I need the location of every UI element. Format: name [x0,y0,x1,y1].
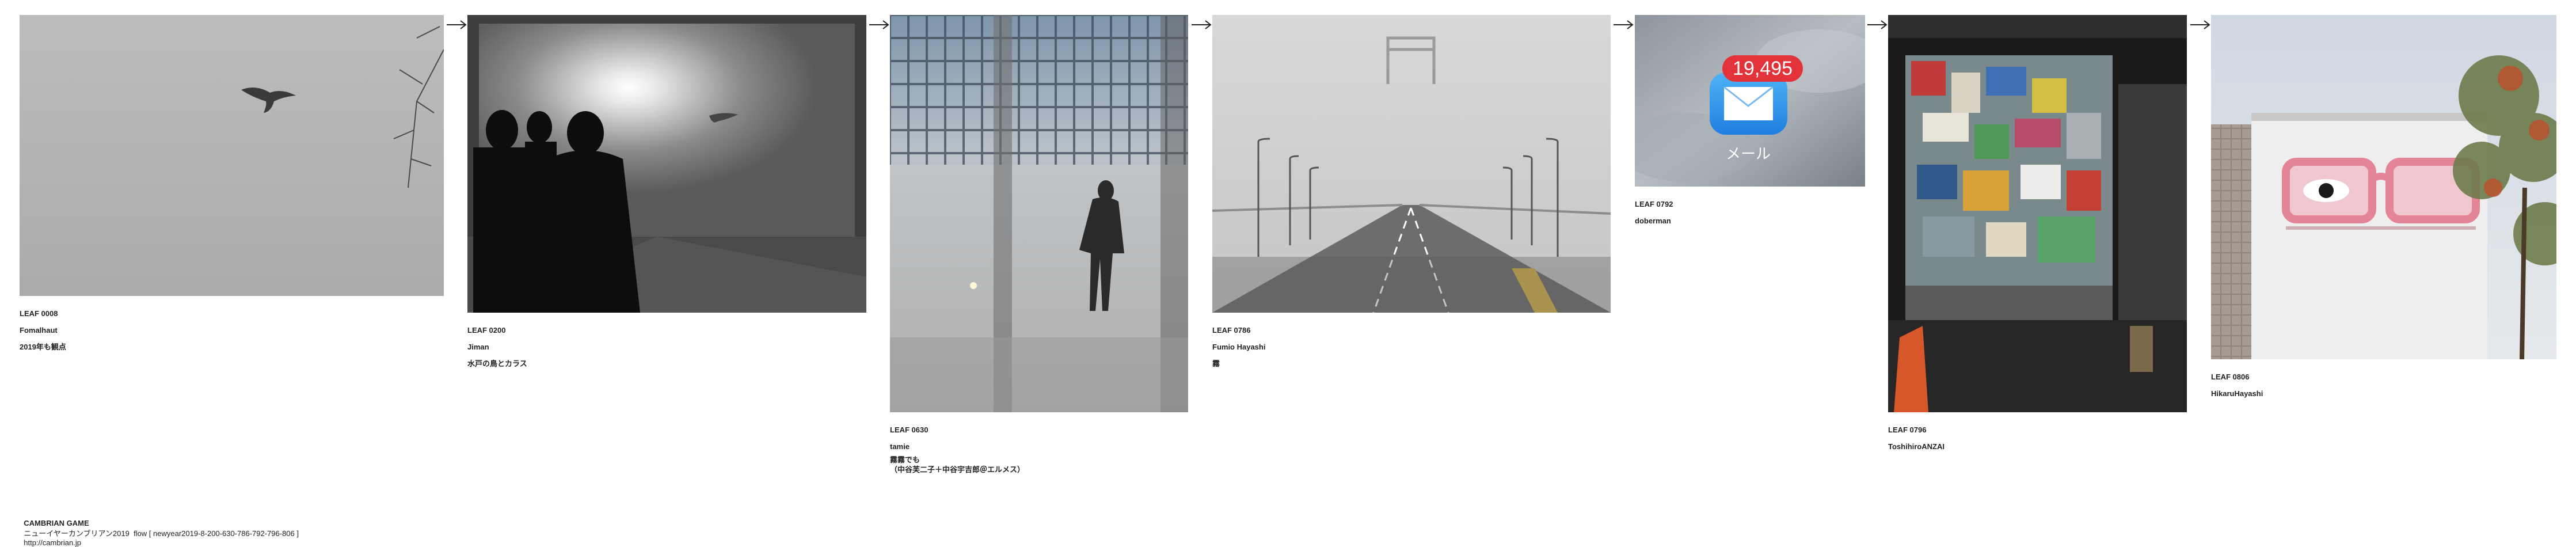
footer-url[interactable]: http://cambrian.jp [24,538,81,547]
flow-arrow-icon [447,20,467,29]
leaf-author[interactable]: tamie [890,438,1188,455]
leaf-card-0200[interactable]: LEAF 0200 Jiman 水戸の鳥とカラス [467,15,866,372]
leaf-author[interactable]: HikaruHayashi [2211,385,2556,402]
leaf-photo-0008[interactable] [20,15,444,296]
leaf-photo-0792[interactable]: 19,495 メール [1635,15,1865,187]
leaf-photo-0806[interactable] [2211,15,2556,359]
flow-arrow-icon [2190,20,2210,29]
leaf-card-0796[interactable]: LEAF 0796 ToshihiroANZAI [1888,15,2187,455]
leaf-photo-0796[interactable] [1888,15,2187,412]
leaf-caption-0008: LEAF 0008 Fomalhaut 2019年も観点 [20,305,444,355]
leaf-id: LEAF 0796 [1888,426,1927,434]
leaf-id: LEAF 0792 [1635,200,1673,208]
mail-app-label: メール [1726,146,1771,163]
flow-arrow-icon [1867,20,1888,29]
mail-icon [1710,73,1787,135]
leaf-card-0806[interactable]: LEAF 0806 HikaruHayashi [2211,15,2556,402]
leaf-author[interactable]: ToshihiroANZAI [1888,438,2187,455]
footer-brand[interactable]: CAMBRIAN GAME [24,519,89,527]
leaf-card-0792[interactable]: 19,495 メール LEAF 0792 doberman [1635,15,1865,229]
leaf-author[interactable]: Fomalhaut [20,322,444,339]
mail-badge: 19,495 [1733,58,1793,79]
leaf-caption-0796: LEAF 0796 ToshihiroANZAI [1888,421,2187,455]
flow-arrow-icon [1614,20,1634,29]
leaf-photo-0786[interactable] [1212,15,1611,313]
leaf-id: LEAF 0786 [1212,326,1251,335]
flow-arrow-icon [1192,20,1212,29]
bird-sky-photo [20,15,444,296]
fog-bridge-photo [1212,15,1611,313]
leaf-caption-0806: LEAF 0806 HikaruHayashi [2211,369,2556,402]
leaf-title-line2: （中谷芙二子＋中谷宇吉郎＠エルメス） [890,465,1025,474]
leaf-caption-0786: LEAF 0786 Fumio Hayashi 霧 [1212,322,1611,372]
leaf-photo-0200[interactable] [467,15,866,313]
leaf-photo-0630[interactable] [890,15,1188,412]
leaf-caption-0792: LEAF 0792 doberman [1635,196,1865,229]
leaf-id: LEAF 0806 [2211,373,2250,381]
leaf-id: LEAF 0630 [890,426,929,434]
gallery-silhouettes-photo [467,15,866,313]
mail-app-cloud-photo: 19,495 メール [1635,15,1865,187]
leaf-caption-0630: LEAF 0630 tamie 霧霧でも （中谷芙二子＋中谷宇吉郎＠エルメス） [890,421,1188,474]
footer-flow: ニューイヤーカンブリアン2019 flow [ newyear2019-8-20… [24,529,299,538]
glasses-building-photo [2211,15,2556,359]
leaf-card-0008[interactable]: LEAF 0008 Fomalhaut 2019年も観点 [20,15,444,355]
leaf-author[interactable]: Fumio Hayashi [1212,339,1611,355]
leaf-caption-0200: LEAF 0200 Jiman 水戸の鳥とカラス [467,322,866,372]
leaf-author[interactable]: doberman [1635,212,1865,229]
leaf-title: 霧霧でも （中谷芙二子＋中谷宇吉郎＠エルメス） [890,455,1188,474]
leaf-title: 水戸の鳥とカラス [467,359,527,368]
leaf-title: 霧 [1212,359,1220,368]
leaf-title: 2019年も観点 [20,343,66,351]
leaf-id: LEAF 0008 [20,309,58,318]
compressed-cans-photo [1888,15,2187,412]
leaf-author[interactable]: Jiman [467,339,866,355]
leaf-card-0786[interactable]: LEAF 0786 Fumio Hayashi 霧 [1212,15,1611,372]
leaf-id: LEAF 0200 [467,326,506,335]
leaf-card-0630[interactable]: LEAF 0630 tamie 霧霧でも （中谷芙二子＋中谷宇吉郎＠エルメス） [890,15,1188,474]
leaf-title-line1: 霧霧でも [890,455,920,464]
footer: CAMBRIAN GAME ニューイヤーカンブリアン2019 flow [ ne… [20,510,307,547]
flow-arrow-icon [869,20,889,29]
fog-installation-photo [890,15,1188,412]
